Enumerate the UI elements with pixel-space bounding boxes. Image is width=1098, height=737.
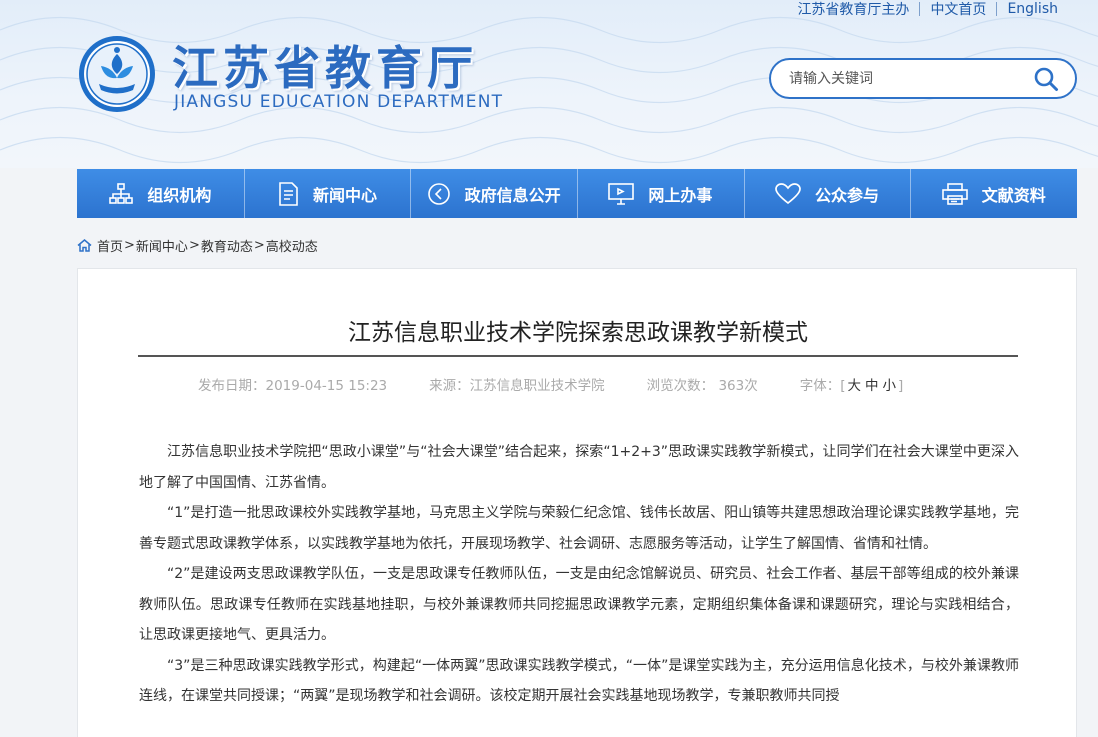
nav-item-label: 网上办事 xyxy=(648,185,713,205)
article-meta: 发布日期：2019-04-15 15:23 来源：江苏信息职业技术学院 浏览次数… xyxy=(198,374,903,394)
top-links: 江苏省教育厅主办 中文首页 English xyxy=(787,0,1068,18)
article-panel: 江苏信息职业技术学院探索思政课教学新模式 发布日期：2019-04-15 15:… xyxy=(77,268,1077,737)
breadcrumb-education-news[interactable]: 教育动态 xyxy=(201,236,253,255)
font-size-bracket-close: ] xyxy=(898,378,904,394)
online-service-monitor-icon xyxy=(608,182,635,205)
article-paragraph: 江苏信息职业技术学院把“思政小课堂”与“社会大课堂”结合起来，探索“1+2+3”… xyxy=(139,444,1019,491)
nav-item-news[interactable]: 新闻中心 xyxy=(243,169,411,218)
font-size-small[interactable]: 小 xyxy=(881,378,899,394)
font-size-label: 字体： xyxy=(799,378,841,394)
font-size-medium[interactable]: 中 xyxy=(863,378,881,394)
jiangsu-education-emblem-icon[interactable] xyxy=(77,34,157,114)
font-size-bracket-open: [ xyxy=(840,378,846,394)
article-paragraph: “3”是三种思政课实践教学形式，构建起“一体两翼”思政课实践教学模式，“一体”是… xyxy=(139,657,1019,705)
breadcrumb-separator: > xyxy=(188,238,200,253)
nav-item-label: 公众参与 xyxy=(815,185,880,205)
article-source: 来源：江苏信息职业技术学院 xyxy=(429,378,605,394)
nav-item-public-info[interactable]: 政府信息公开 xyxy=(410,169,577,218)
nav-item-label: 文献资料 xyxy=(981,185,1046,205)
breadcrumb-news-center[interactable]: 新闻中心 xyxy=(136,236,188,255)
breadcrumb-home[interactable]: 首页 xyxy=(97,236,123,255)
news-document-icon xyxy=(279,181,298,206)
nav-item-org[interactable]: 组织机构 xyxy=(77,169,244,218)
site-title: 江苏省教育厅 xyxy=(172,41,478,95)
public-info-icon xyxy=(427,182,450,205)
heart-icon xyxy=(775,182,801,204)
breadcrumb: 首页 > 新闻中心 > 教育动态 > 高校动态 xyxy=(77,236,318,255)
publish-date: 发布日期：2019-04-15 15:23 xyxy=(198,378,388,394)
main-nav: 组织机构 新闻中心 政府信息公开 网上办事 公众参与 文献资料 xyxy=(77,169,1077,218)
site-subtitle: JIANGSU EDUCATION DEPARTMENT xyxy=(174,92,504,112)
nav-item-online-service[interactable]: 网上办事 xyxy=(577,169,744,218)
sponsor-text: 江苏省教育厅主办 xyxy=(797,2,910,18)
org-chart-icon xyxy=(109,182,134,204)
breadcrumb-separator: > xyxy=(253,238,265,253)
nav-item-label: 政府信息公开 xyxy=(464,185,561,205)
article-body: 江苏信息职业技术学院把“思政小课堂”与“社会大课堂”结合起来，探索“1+2+3”… xyxy=(139,437,1019,712)
font-size-large[interactable]: 大 xyxy=(846,378,864,394)
home-cn-link[interactable]: 中文首页 xyxy=(920,0,996,19)
english-link[interactable]: English xyxy=(997,1,1068,17)
article-title: 江苏信息职业技术学院探索思政课教学新模式 xyxy=(348,320,808,346)
nav-item-label: 新闻中心 xyxy=(313,185,378,205)
title-divider xyxy=(138,355,1018,357)
breadcrumb-university-news[interactable]: 高校动态 xyxy=(266,236,318,255)
nav-item-documents[interactable]: 文献资料 xyxy=(910,169,1077,218)
breadcrumb-separator: > xyxy=(124,238,135,253)
home-icon xyxy=(77,239,92,252)
search-input[interactable] xyxy=(789,68,1019,90)
nav-item-public-participation[interactable]: 公众参与 xyxy=(743,169,911,218)
nav-item-label: 组织机构 xyxy=(147,185,212,205)
article-paragraph: “1”是打造一批思政课校外实践教学基地，马克思主义学院与荣毅仁纪念馆、钱伟长故居… xyxy=(139,505,1019,552)
article-paragraph: “2”是建设两支思政课教学队伍，一支是思政课专任教师队伍，一支是由纪念馆解说员、… xyxy=(139,566,1019,643)
view-count: 浏览次数： 363次 xyxy=(646,378,758,394)
search-box xyxy=(769,58,1077,99)
archive-printer-icon xyxy=(941,182,968,205)
font-size-selector: 字体：[大中小] xyxy=(800,374,904,394)
search-icon[interactable] xyxy=(1033,66,1059,92)
